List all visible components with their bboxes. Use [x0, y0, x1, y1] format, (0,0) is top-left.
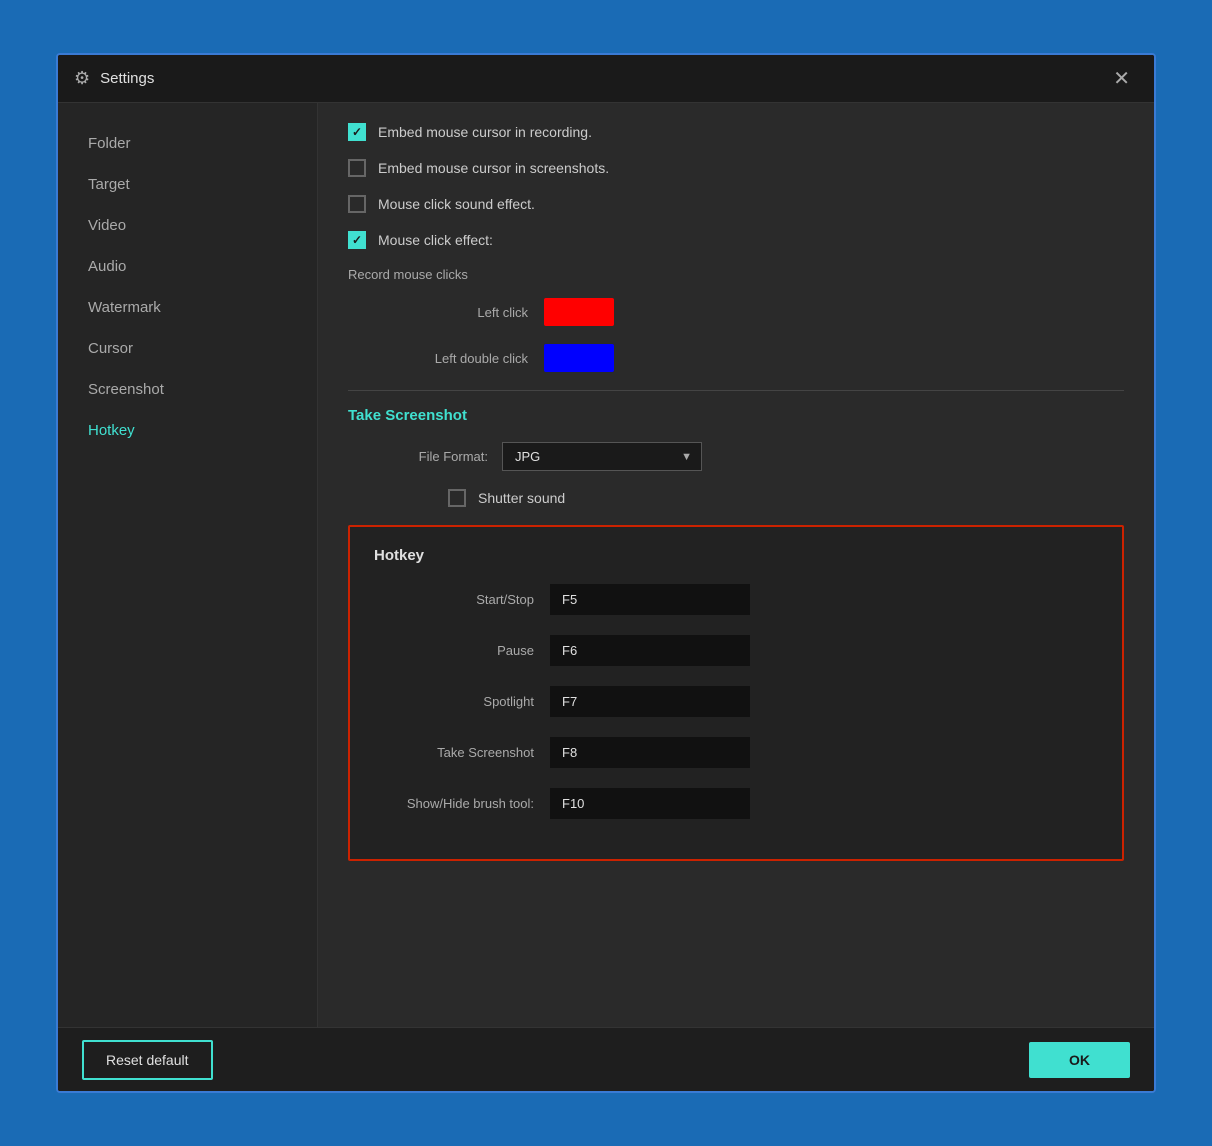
footer: Reset default OK [58, 1027, 1154, 1091]
sidebar-item-target[interactable]: Target [58, 164, 317, 205]
main-content: Folder Target Video Audio Watermark Curs… [58, 103, 1154, 1027]
close-button[interactable]: ✕ [1105, 65, 1138, 93]
sidebar-item-folder[interactable]: Folder [58, 123, 317, 164]
checkbox-embed-recording[interactable] [348, 123, 366, 141]
checkbox-label-embed-recording: Embed mouse cursor in recording. [378, 124, 592, 140]
sidebar-item-hotkey[interactable]: Hotkey [58, 410, 317, 451]
sidebar-item-cursor[interactable]: Cursor [58, 328, 317, 369]
hotkey-input-start-stop[interactable] [550, 584, 750, 615]
hotkey-label-start-stop: Start/Stop [374, 592, 534, 607]
checkbox-label-click-sound: Mouse click sound effect. [378, 196, 535, 212]
hotkey-row-pause: Pause [374, 635, 1098, 666]
settings-icon: ⚙ [74, 68, 90, 89]
left-click-color[interactable] [544, 298, 614, 326]
left-double-click-row: Left double click [408, 344, 1124, 372]
left-double-click-color[interactable] [544, 344, 614, 372]
file-format-label: File Format: [388, 449, 488, 464]
checkbox-shutter-sound[interactable] [448, 489, 466, 507]
hotkey-section: Hotkey Start/Stop Pause Spotlight Take S… [348, 525, 1124, 861]
hotkey-row-take-screenshot: Take Screenshot [374, 737, 1098, 768]
sidebar-item-audio[interactable]: Audio [58, 246, 317, 287]
checkbox-row-click-effect: Mouse click effect: [348, 231, 1124, 249]
checkbox-label-click-effect: Mouse click effect: [378, 232, 493, 248]
reset-default-button[interactable]: Reset default [82, 1040, 213, 1080]
hotkey-input-spotlight[interactable] [550, 686, 750, 717]
checkbox-label-embed-screenshots: Embed mouse cursor in screenshots. [378, 160, 609, 176]
sidebar: Folder Target Video Audio Watermark Curs… [58, 103, 318, 1027]
left-click-label: Left click [408, 305, 528, 320]
hotkey-label-take-screenshot: Take Screenshot [374, 745, 534, 760]
hotkey-input-take-screenshot[interactable] [550, 737, 750, 768]
hotkey-label-brush-tool: Show/Hide brush tool: [374, 796, 534, 811]
sidebar-item-screenshot[interactable]: Screenshot [58, 369, 317, 410]
checkbox-label-shutter-sound: Shutter sound [478, 490, 565, 506]
file-format-wrapper: JPG PNG BMP [502, 442, 702, 471]
divider-1 [348, 390, 1124, 391]
hotkey-section-title: Hotkey [374, 547, 1098, 564]
checkbox-row-shutter: Shutter sound [448, 489, 1124, 507]
hotkey-row-spotlight: Spotlight [374, 686, 1098, 717]
hotkey-label-spotlight: Spotlight [374, 694, 534, 709]
window-title: Settings [100, 70, 1105, 87]
checkbox-embed-screenshots[interactable] [348, 159, 366, 177]
ok-button[interactable]: OK [1029, 1042, 1130, 1078]
left-click-row: Left click [408, 298, 1124, 326]
title-bar: ⚙ Settings ✕ [58, 55, 1154, 103]
record-mouse-clicks-label: Record mouse clicks [348, 267, 1124, 282]
hotkey-input-pause[interactable] [550, 635, 750, 666]
hotkey-row-brush-tool: Show/Hide brush tool: [374, 788, 1098, 819]
checkbox-click-effect[interactable] [348, 231, 366, 249]
settings-window: ⚙ Settings ✕ Folder Target Video Audio W… [56, 53, 1156, 1093]
sidebar-item-watermark[interactable]: Watermark [58, 287, 317, 328]
hotkey-input-brush-tool[interactable] [550, 788, 750, 819]
hotkey-label-pause: Pause [374, 643, 534, 658]
checkbox-row-click-sound: Mouse click sound effect. [348, 195, 1124, 213]
checkbox-row-embed-screenshots: Embed mouse cursor in screenshots. [348, 159, 1124, 177]
sidebar-item-video[interactable]: Video [58, 205, 317, 246]
file-format-select[interactable]: JPG PNG BMP [502, 442, 702, 471]
left-double-click-label: Left double click [408, 351, 528, 366]
checkbox-row-embed-recording: Embed mouse cursor in recording. [348, 123, 1124, 141]
screenshot-section-title: Take Screenshot [348, 407, 1124, 424]
hotkey-row-start-stop: Start/Stop [374, 584, 1098, 615]
content-area: Embed mouse cursor in recording. Embed m… [318, 103, 1154, 1027]
checkbox-click-sound[interactable] [348, 195, 366, 213]
format-row: File Format: JPG PNG BMP [388, 442, 1124, 471]
